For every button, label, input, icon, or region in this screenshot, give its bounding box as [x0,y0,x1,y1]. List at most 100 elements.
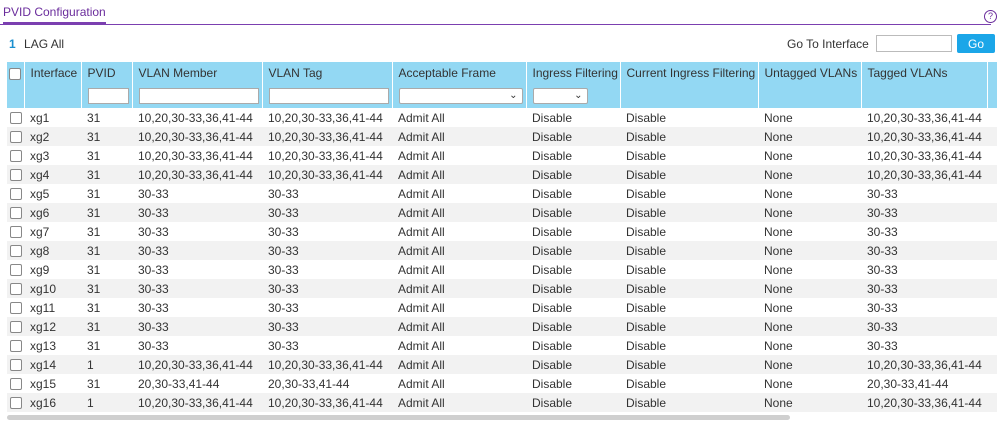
col-current-ingress-filtering[interactable]: Current Ingress Filtering [620,62,759,84]
row-checkbox[interactable] [9,378,22,391]
row-checkbox[interactable] [9,112,22,125]
row-checkbox[interactable] [9,264,22,277]
table-row[interactable]: xg11 31 30-33 30-33 Admit All Disable Disable N… [7,298,997,317]
row-checkbox[interactable] [9,283,22,296]
row-checkbox-cell[interactable] [7,279,24,298]
select-all-cell[interactable] [7,62,25,84]
goto-interface-input[interactable] [876,35,952,52]
row-checkbox[interactable] [9,397,22,410]
table-row[interactable]: xg2 31 10,20,30-33,36,41-44 10,20,30-33,36,… [7,127,997,146]
row-checkbox-cell[interactable] [7,222,24,241]
row-checkbox-cell[interactable] [7,393,24,412]
cell-current-ingress-filtering: Disable [626,376,667,391]
help-icon[interactable]: ? [984,10,997,23]
row-checkbox-cell[interactable] [7,203,24,222]
table-row[interactable]: xg8 31 30-33 30-33 Admit All Disable Disable No… [7,241,997,260]
col-untagged-vlans[interactable]: Untagged VLANs [758,62,862,84]
cell-interface: xg9 [30,262,50,277]
table-row[interactable]: xg16 1 10,20,30-33,36,41-44 10,20,30-33,36,… [7,393,997,412]
cell-interface: xg15 [30,376,57,391]
title-divider [0,24,991,25]
row-checkbox[interactable] [9,302,22,315]
col-pvid[interactable]: PVID [81,62,133,84]
cell-untagged-vlans: None [758,203,861,222]
cell-interface: xg16 [24,393,81,412]
lag-number[interactable]: 1 [9,37,16,51]
row-checkbox-cell[interactable] [7,355,24,374]
table-row[interactable]: xg7 31 30-33 30-33 Admit All Disable Disable No… [7,222,997,241]
row-checkbox-cell[interactable] [7,317,24,336]
vlan-member-filter-input[interactable] [138,88,259,104]
cell-pvid: 31 [81,203,132,222]
table-row[interactable]: xg9 31 30-33 30-33 Admit All Disable Disable No… [7,260,997,279]
ingress-filtering-filter-select[interactable]: ⌄ [532,88,588,104]
row-checkbox-cell[interactable] [7,374,24,393]
go-button[interactable]: Go [957,34,995,53]
table-row[interactable]: xg6 31 30-33 30-33 Admit All Disable Disable No… [7,203,997,222]
row-checkbox[interactable] [9,359,22,372]
row-checkbox[interactable] [9,226,22,239]
lag-nav[interactable]: 1 LAG All [9,37,64,51]
row-checkbox-cell[interactable] [7,165,24,184]
cell-tagged-vlans: 10,20,30-33,36,41-44 [861,127,987,146]
col-ingress-filtering[interactable]: Ingress Filtering [526,62,621,84]
cell-ingress-filtering: Disable [532,376,573,391]
col-acceptable-frame[interactable]: Acceptable Frame [392,62,527,84]
table-row[interactable]: xg12 31 30-33 30-33 Admit All Disable Disable N… [7,317,997,336]
cell-vlan-member: 30-33 [138,262,169,277]
row-checkbox-cell[interactable] [7,336,24,355]
row-checkbox[interactable] [9,131,22,144]
table-row[interactable]: xg5 31 30-33 30-33 Admit All Disable Disable No… [7,184,997,203]
cell-overflow [987,127,997,146]
cell-interface: xg3 [30,148,50,163]
row-checkbox-cell[interactable] [7,298,24,317]
cell-interface: xg2 [24,127,81,146]
row-checkbox[interactable] [9,188,22,201]
page-title[interactable]: PVID Configuration [3,5,106,24]
row-checkbox-cell[interactable] [7,184,24,203]
cell-vlan-tag: 10,20,30-33,36,41-44 [268,110,383,125]
table-row[interactable]: xg10 31 30-33 30-33 Admit All Disable Disable N… [7,279,997,298]
filter-cell [132,84,263,108]
cell-untagged-vlans: None [764,300,793,315]
table-row[interactable]: xg3 31 10,20,30-33,36,41-44 10,20,30-33,36,… [7,146,997,165]
row-checkbox-cell[interactable] [7,108,24,127]
col-tagged-vlans[interactable]: Tagged VLANs [861,62,988,84]
cell-untagged-vlans: None [764,338,793,353]
horizontal-scrollbar[interactable] [7,415,790,420]
row-checkbox-cell[interactable] [7,260,24,279]
cell-pvid: 31 [81,127,132,146]
row-checkbox[interactable] [9,245,22,258]
select-all-checkbox[interactable] [9,67,22,80]
cell-vlan-member: 10,20,30-33,36,41-44 [132,355,262,374]
lag-all-link[interactable]: LAG All [24,37,64,51]
table-row[interactable]: xg15 31 20,30-33,41-44 20,30-33,41-44 Admit … [7,374,997,393]
col-interface[interactable]: Interface [24,62,82,84]
row-checkbox[interactable] [9,321,22,334]
cell-untagged-vlans: None [758,279,861,298]
row-checkbox-cell[interactable] [7,146,24,165]
row-checkbox[interactable] [9,340,22,353]
row-checkbox-cell[interactable] [7,127,24,146]
table-row[interactable]: xg14 1 10,20,30-33,36,41-44 10,20,30-33,36,… [7,355,997,374]
cell-ingress-filtering: Disable [526,355,620,374]
cell-pvid: 31 [87,376,101,391]
table-row[interactable]: xg13 31 30-33 30-33 Admit All Disable Disable N… [7,336,997,355]
cell-untagged-vlans: None [758,317,861,336]
acceptable-frame-filter-select[interactable]: ⌄ [398,88,523,104]
row-checkbox-cell[interactable] [7,241,24,260]
cell-vlan-member: 10,20,30-33,36,41-44 [132,127,262,146]
vlan-tag-filter-input[interactable] [268,88,389,104]
col-vlan-member[interactable]: VLAN Member [132,62,263,84]
cell-overflow [987,260,997,279]
row-checkbox[interactable] [9,207,22,220]
row-checkbox[interactable] [9,150,22,163]
cell-interface: xg7 [30,224,50,239]
row-checkbox[interactable] [9,169,22,182]
cell-vlan-tag: 30-33 [268,186,299,201]
table-row[interactable]: xg1 31 10,20,30-33,36,41-44 10,20,30-33,36,… [7,108,997,127]
cell-pvid: 1 [81,393,132,412]
pvid-filter-input[interactable] [87,88,129,104]
table-row[interactable]: xg4 31 10,20,30-33,36,41-44 10,20,30-33,36,… [7,165,997,184]
col-vlan-tag[interactable]: VLAN Tag [262,62,393,84]
